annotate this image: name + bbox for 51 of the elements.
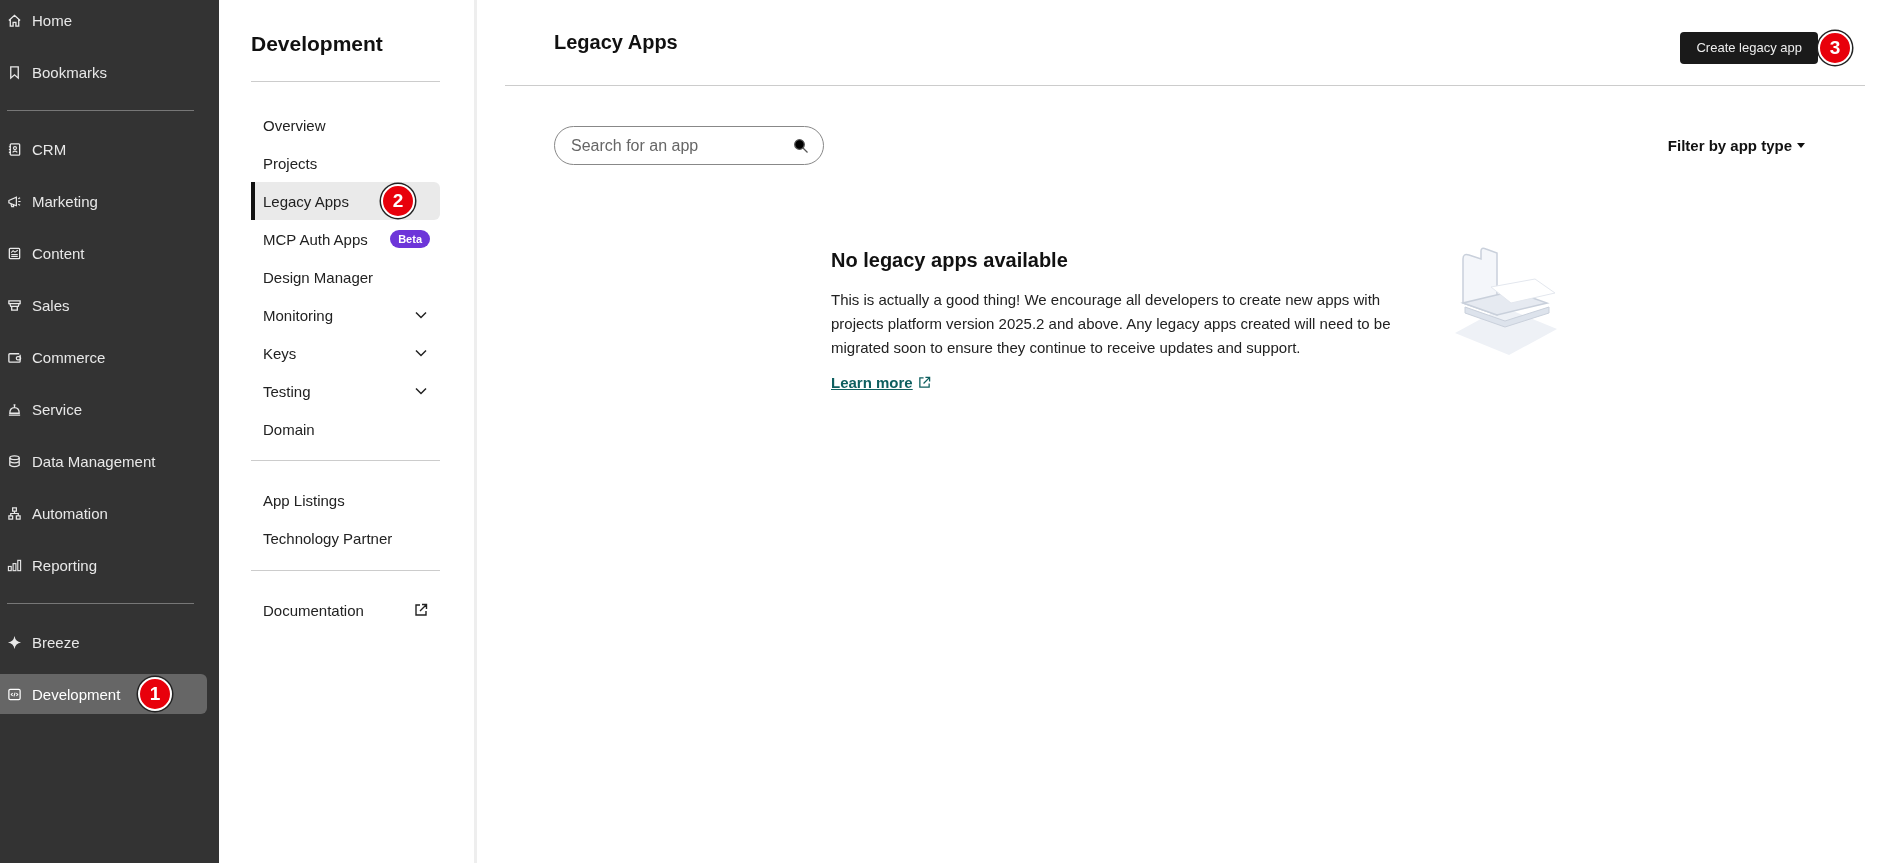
sidebar-item[interactable]: Sales (0, 285, 207, 325)
nav-item[interactable]: Overview (251, 106, 440, 144)
search-field[interactable]: Search for an app (554, 126, 824, 165)
nav-item[interactable]: Domain (251, 410, 440, 448)
nav-item[interactable]: Documentation (251, 591, 440, 629)
filter-dropdown[interactable]: Filter by app type (1667, 137, 1805, 154)
nav-item[interactable]: MCP Auth Apps Beta (251, 220, 440, 258)
caret-icon (1797, 143, 1805, 148)
nav-item[interactable]: Technology Partner (251, 519, 440, 557)
code-window-icon (7, 686, 22, 702)
learn-more-link[interactable]: Learn more (831, 374, 931, 391)
sidebar-item[interactable]: Breeze (0, 622, 207, 662)
bar-chart-icon (7, 557, 22, 573)
sidebar-item[interactable]: Reporting (0, 545, 207, 585)
nav-item[interactable]: Keys (251, 334, 440, 372)
database-icon (7, 453, 22, 469)
contact-book-icon (7, 141, 22, 157)
sidebar-item[interactable]: Home (0, 0, 207, 40)
beta-badge: Beta (390, 230, 430, 248)
bell-icon (7, 401, 22, 417)
bookmark-icon (7, 64, 22, 80)
sidebar-item[interactable]: Automation (0, 493, 207, 533)
sidebar-item[interactable]: Data Management (0, 441, 207, 481)
external-link-icon (917, 376, 931, 389)
content-icon (7, 245, 22, 261)
sparkle-icon (7, 634, 22, 650)
home-icon (7, 12, 22, 28)
empty-state-title: No legacy apps available (831, 249, 1069, 272)
sidebar-item[interactable]: Marketing (0, 181, 207, 221)
nav-item[interactable]: Design Manager (251, 258, 440, 296)
page-title: Legacy Apps (554, 31, 678, 54)
create-button[interactable]: Create legacy app (1680, 31, 1818, 64)
storefront-icon (7, 297, 22, 313)
sidebar-item[interactable]: Bookmarks (0, 52, 207, 92)
sidebar-item[interactable]: Development 1 (0, 674, 207, 714)
annotation-marker: 2 (381, 184, 415, 218)
nav-item[interactable]: Monitoring (251, 296, 440, 334)
annotation-marker: 1 (138, 677, 172, 711)
nav-item[interactable]: Testing (251, 372, 440, 410)
sidebar-item[interactable]: Commerce (0, 337, 207, 377)
annotation-marker: 3 (1818, 30, 1852, 65)
workflow-icon (7, 505, 22, 521)
nav-item[interactable]: Legacy Apps 2 (251, 182, 440, 220)
empty-state-text: This is actually a good thing! We encourage all developers to create new apps with projects platform version 2025.2 and above. Any legacy apps created will need to be migrated soon to ensure they continue to receive updates and support. (831, 290, 1392, 358)
sidebar-item[interactable]: Content (0, 233, 207, 273)
search-icon (793, 137, 809, 154)
sidebar-item[interactable]: CRM (0, 129, 207, 169)
nav-item[interactable]: Projects (251, 144, 440, 182)
section-title: Development (251, 32, 384, 56)
sidebar-item[interactable]: Service (0, 389, 207, 429)
nav-item[interactable]: App Listings (251, 481, 440, 519)
